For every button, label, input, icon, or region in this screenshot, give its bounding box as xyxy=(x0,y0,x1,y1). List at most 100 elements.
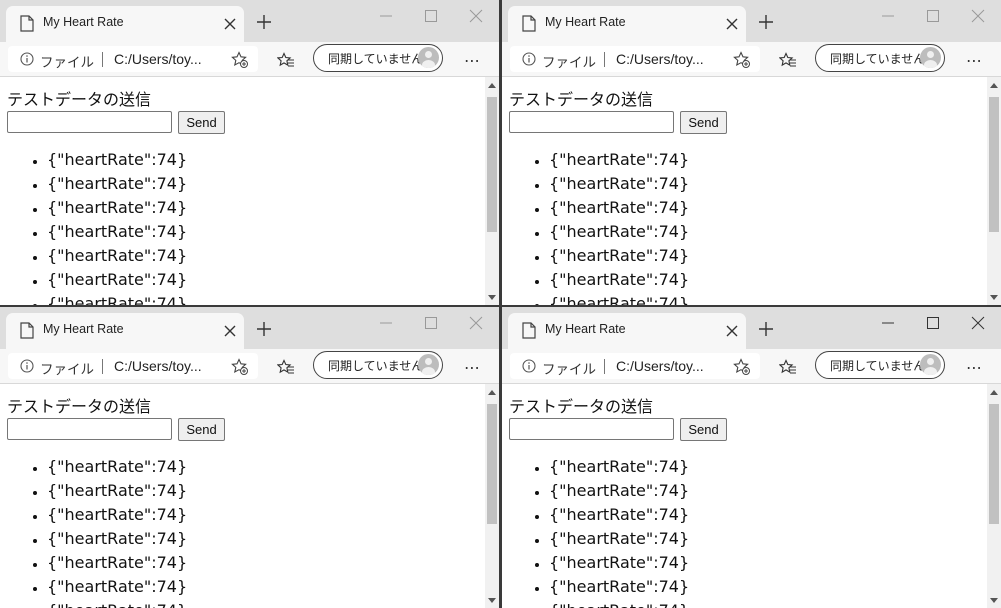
page-icon xyxy=(20,322,34,339)
maximize-icon[interactable] xyxy=(926,316,940,330)
favorites-icon[interactable] xyxy=(779,52,797,69)
close-tab-icon[interactable] xyxy=(223,17,237,31)
minimize-icon[interactable] xyxy=(881,9,895,23)
add-favorite-star-icon[interactable] xyxy=(733,51,750,68)
address-bar[interactable]: ファイル C:/Users/toy... xyxy=(8,353,258,379)
sync-status-label: 同期していません xyxy=(830,359,926,373)
favorites-icon[interactable] xyxy=(277,52,295,69)
maximize-icon[interactable] xyxy=(926,9,940,23)
scroll-down-arrow-icon[interactable] xyxy=(990,295,998,300)
url-text[interactable]: C:/Users/toy... xyxy=(114,51,202,67)
url-text[interactable]: C:/Users/toy... xyxy=(114,358,202,374)
message-input[interactable] xyxy=(7,418,172,440)
tab-my-heart-rate[interactable]: My Heart Rate xyxy=(6,6,244,42)
send-button[interactable]: Send xyxy=(178,111,225,134)
info-icon[interactable] xyxy=(20,52,34,66)
info-icon[interactable] xyxy=(20,359,34,373)
scroll-up-arrow-icon[interactable] xyxy=(488,83,496,88)
minimize-icon[interactable] xyxy=(379,316,393,330)
send-button[interactable]: Send xyxy=(680,418,727,441)
add-favorite-star-icon[interactable] xyxy=(733,358,750,375)
minimize-icon[interactable] xyxy=(881,316,895,330)
maximize-icon[interactable] xyxy=(424,9,438,23)
profile-sync-button[interactable]: 同期していません xyxy=(815,44,945,72)
file-scheme-label: ファイル xyxy=(40,55,94,71)
window-close-icon[interactable] xyxy=(469,316,483,330)
window-close-icon[interactable] xyxy=(971,9,985,23)
message-input[interactable] xyxy=(509,111,674,133)
add-favorite-star-icon[interactable] xyxy=(231,51,248,68)
maximize-icon[interactable] xyxy=(424,316,438,330)
more-icon[interactable]: ⋯ xyxy=(464,51,481,70)
sync-status-label: 同期していません xyxy=(328,359,424,373)
list-item: {"heartRate":74} xyxy=(47,196,187,220)
info-icon[interactable] xyxy=(522,359,536,373)
list-item: {"heartRate":74} xyxy=(47,455,187,479)
new-tab-plus-icon[interactable] xyxy=(256,14,272,30)
address-separator xyxy=(102,52,103,67)
address-toolbar: ファイル C:/Users/toy... 同期していません ⋯ xyxy=(502,349,1001,384)
message-list: {"heartRate":74} {"heartRate":74} {"hear… xyxy=(0,455,187,608)
message-input[interactable] xyxy=(7,111,172,133)
address-separator xyxy=(604,52,605,67)
close-tab-icon[interactable] xyxy=(725,324,739,338)
profile-sync-button[interactable]: 同期していません xyxy=(313,351,443,379)
message-input[interactable] xyxy=(509,418,674,440)
send-button[interactable]: Send xyxy=(178,418,225,441)
close-tab-icon[interactable] xyxy=(223,324,237,338)
list-item: {"heartRate":74} xyxy=(47,172,187,196)
vertical-scrollbar[interactable] xyxy=(987,77,1001,305)
url-text[interactable]: C:/Users/toy... xyxy=(616,358,704,374)
browser-window-bottom-left: My Heart Rate ファイル C:/Users/toy... 同期してい… xyxy=(0,307,499,608)
scrollbar-thumb[interactable] xyxy=(487,404,497,524)
list-item: {"heartRate":74} xyxy=(549,503,689,527)
list-item: {"heartRate":74} xyxy=(549,292,689,305)
address-toolbar: ファイル C:/Users/toy... 同期していません ⋯ xyxy=(0,42,499,77)
add-favorite-star-icon[interactable] xyxy=(231,358,248,375)
new-tab-plus-icon[interactable] xyxy=(256,321,272,337)
window-close-icon[interactable] xyxy=(971,316,985,330)
send-button[interactable]: Send xyxy=(680,111,727,134)
list-item: {"heartRate":74} xyxy=(549,148,689,172)
tab-my-heart-rate[interactable]: My Heart Rate xyxy=(508,313,746,349)
scroll-up-arrow-icon[interactable] xyxy=(990,83,998,88)
vertical-scrollbar[interactable] xyxy=(987,384,1001,608)
window-close-icon[interactable] xyxy=(469,9,483,23)
sync-status-label: 同期していません xyxy=(830,52,926,66)
address-bar[interactable]: ファイル C:/Users/toy... xyxy=(510,46,760,72)
profile-sync-button[interactable]: 同期していません xyxy=(815,351,945,379)
scroll-down-arrow-icon[interactable] xyxy=(990,598,998,603)
scrollbar-thumb[interactable] xyxy=(989,97,999,232)
scrollbar-thumb[interactable] xyxy=(487,97,497,232)
address-toolbar: ファイル C:/Users/toy... 同期していません ⋯ xyxy=(502,42,1001,77)
new-tab-plus-icon[interactable] xyxy=(758,321,774,337)
address-bar[interactable]: ファイル C:/Users/toy... xyxy=(510,353,760,379)
minimize-icon[interactable] xyxy=(379,9,393,23)
favorites-icon[interactable] xyxy=(779,359,797,376)
list-item: {"heartRate":74} xyxy=(549,196,689,220)
more-icon[interactable]: ⋯ xyxy=(966,358,983,377)
tab-my-heart-rate[interactable]: My Heart Rate xyxy=(6,313,244,349)
vertical-scrollbar[interactable] xyxy=(485,384,499,608)
list-item: {"heartRate":74} xyxy=(47,479,187,503)
address-bar[interactable]: ファイル C:/Users/toy... xyxy=(8,46,258,72)
url-text[interactable]: C:/Users/toy... xyxy=(616,51,704,67)
new-tab-plus-icon[interactable] xyxy=(758,14,774,30)
more-icon[interactable]: ⋯ xyxy=(464,358,481,377)
scroll-down-arrow-icon[interactable] xyxy=(488,295,496,300)
info-icon[interactable] xyxy=(522,52,536,66)
scroll-up-arrow-icon[interactable] xyxy=(990,390,998,395)
message-list: {"heartRate":74} {"heartRate":74} {"hear… xyxy=(0,148,187,305)
file-scheme-label: ファイル xyxy=(542,55,596,71)
profile-sync-button[interactable]: 同期していません xyxy=(313,44,443,72)
favorites-icon[interactable] xyxy=(277,359,295,376)
scrollbar-thumb[interactable] xyxy=(989,404,999,524)
vertical-scrollbar[interactable] xyxy=(485,77,499,305)
scroll-up-arrow-icon[interactable] xyxy=(488,390,496,395)
scroll-down-arrow-icon[interactable] xyxy=(488,598,496,603)
tab-my-heart-rate[interactable]: My Heart Rate xyxy=(508,6,746,42)
more-icon[interactable]: ⋯ xyxy=(966,51,983,70)
list-item: {"heartRate":74} xyxy=(47,292,187,305)
close-tab-icon[interactable] xyxy=(725,17,739,31)
list-item: {"heartRate":74} xyxy=(47,220,187,244)
